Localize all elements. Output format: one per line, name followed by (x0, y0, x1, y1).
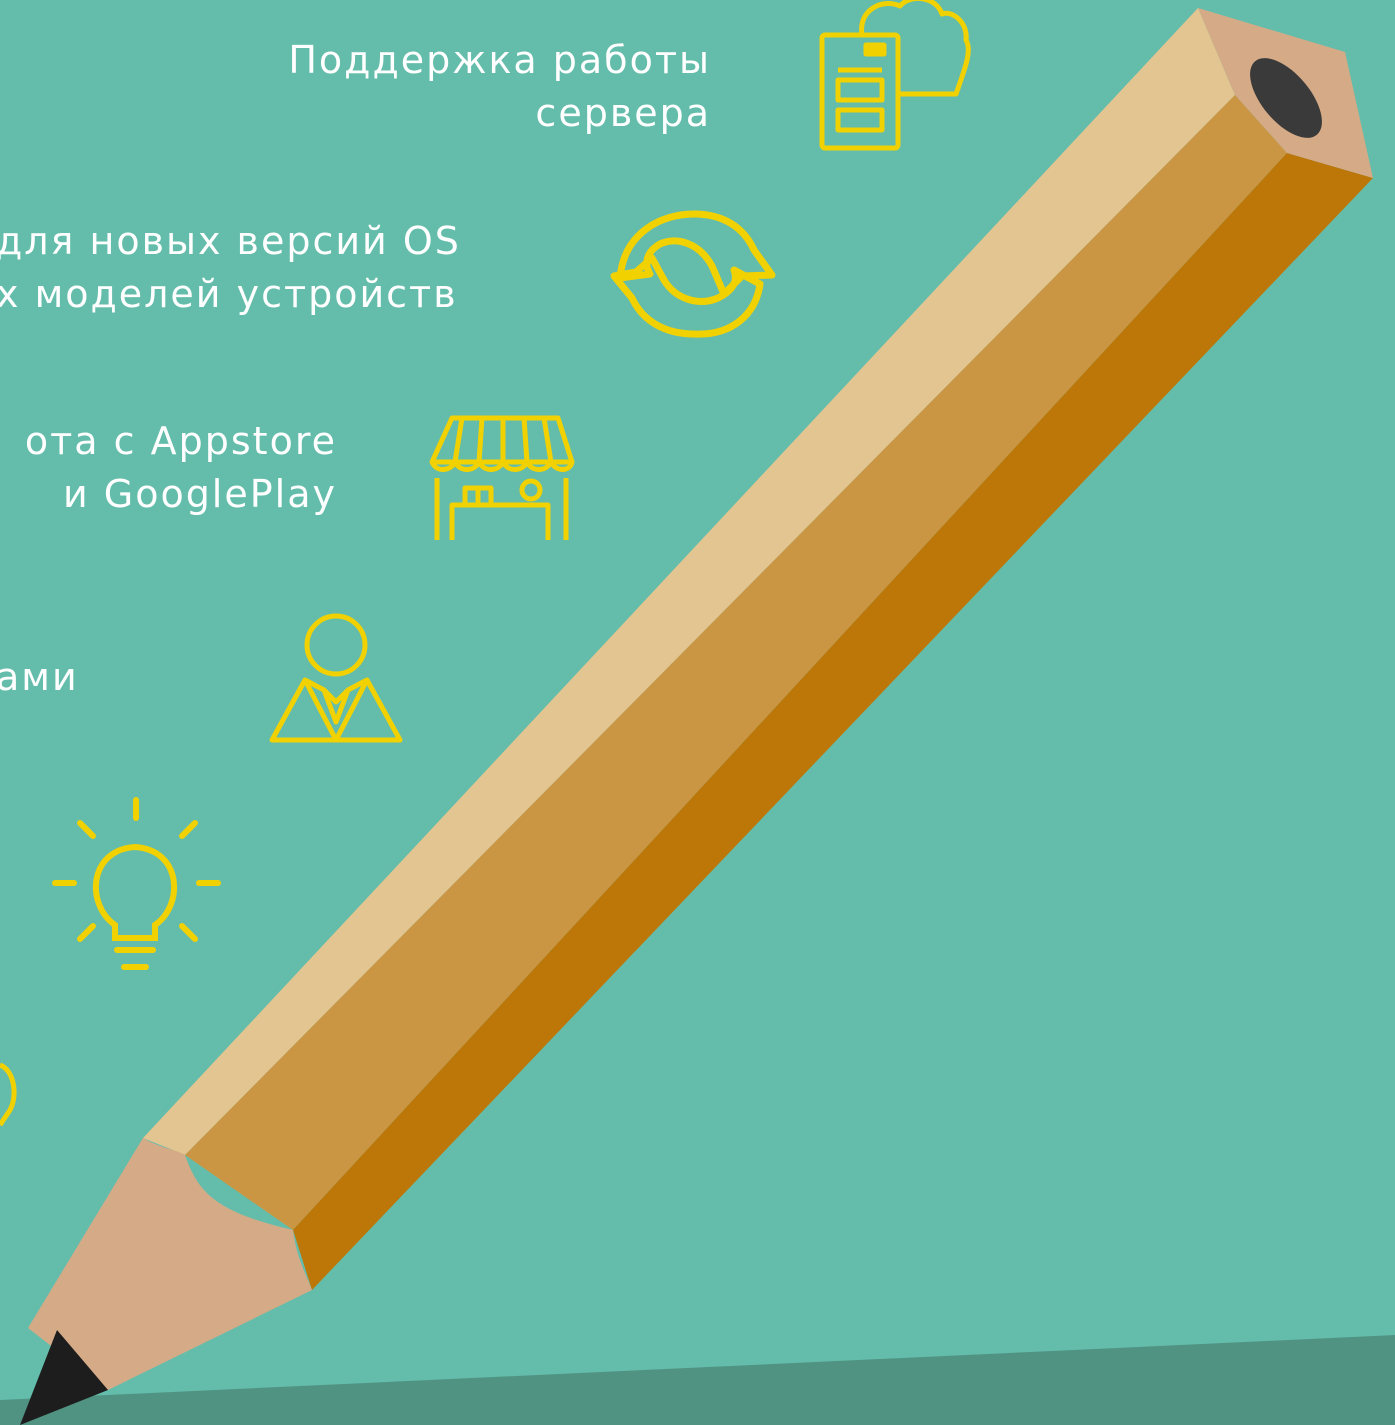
lightbulb-icon (52, 797, 221, 970)
feature-app-stores: ота с Appstore и GooglePlay (25, 415, 337, 521)
store-icon (429, 415, 575, 540)
feature-stores-line-2: и GooglePlay (62, 472, 337, 516)
page: { "features": [ { "lines": ["Поддержка р… (0, 0, 1395, 1425)
feature-server-support: Поддержка работы сервера (288, 34, 711, 140)
feature-managers: ами (0, 651, 79, 704)
feature-server-line-1: Поддержка работы (288, 38, 711, 82)
feature-os-line-2: х моделей устройств (0, 272, 458, 316)
manager-icon (269, 613, 403, 743)
feature-server-line-2: сервера (535, 91, 711, 135)
server-cloud-icon (819, 0, 971, 151)
floor-shape (0, 1335, 1395, 1425)
feature-os-line-1: для новых версий OS (0, 219, 461, 263)
partial-icon (0, 1062, 17, 1127)
pencil-body-dark (293, 153, 1373, 1290)
feature-stores-line-1: ота с Appstore (24, 419, 337, 463)
scene (0, 0, 1395, 1425)
feature-os-versions: для новых версий OS х моделей устройств (0, 215, 461, 321)
feature-managers-line-1: ами (0, 655, 79, 699)
refresh-icon (610, 210, 776, 338)
pencil-body-light (143, 8, 1235, 1155)
